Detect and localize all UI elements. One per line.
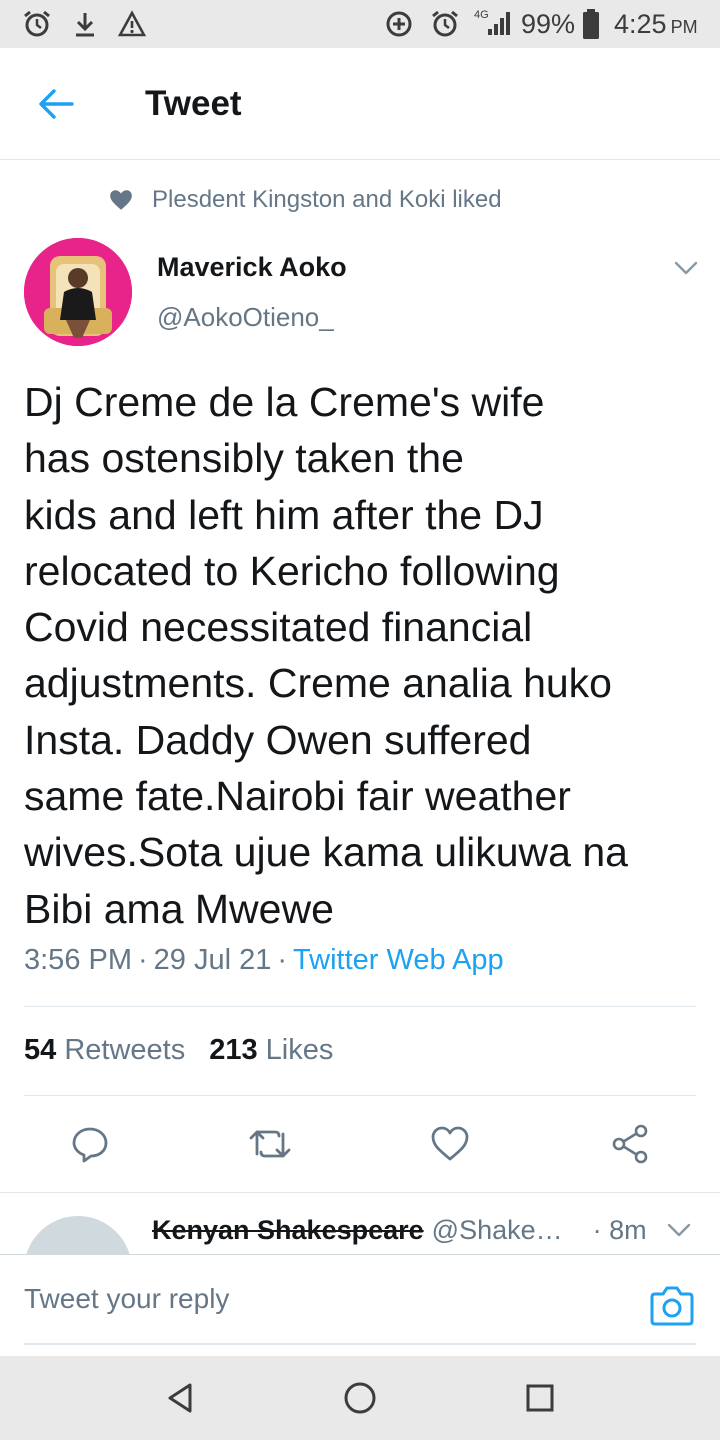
- system-nav-bar: [0, 1356, 720, 1440]
- reply-header[interactable]: Kenyan Shakespeare @Shake… · 8m: [152, 1212, 647, 1248]
- back-triangle-icon: [168, 1383, 192, 1413]
- like-button[interactable]: [426, 1120, 474, 1168]
- nav-recents-button[interactable]: [520, 1378, 560, 1418]
- clock-ampm: PM: [670, 16, 698, 37]
- retweets-label: Retweets: [64, 1034, 186, 1066]
- tweet-stats: 54 Retweets 213 Likes: [24, 1034, 333, 1067]
- home-circle-icon: [344, 1382, 376, 1414]
- social-context[interactable]: Plesdent Kingston and Koki liked: [108, 184, 502, 216]
- tweet-time: 3:56 PM: [24, 944, 132, 976]
- recents-square-icon: [526, 1384, 554, 1412]
- heart-icon: [110, 190, 132, 210]
- retweets-count: 54: [24, 1034, 57, 1066]
- retweet-icon: [249, 1130, 291, 1158]
- chevron-down-icon[interactable]: [670, 256, 702, 280]
- tweet-date: 29 Jul 21: [153, 944, 272, 976]
- share-icon: [612, 1124, 648, 1164]
- meta-separator: ·: [138, 944, 148, 976]
- clock: 4:25: [614, 8, 667, 39]
- battery-icon: [582, 0, 600, 48]
- nav-back-button[interactable]: [160, 1378, 200, 1418]
- meta-separator: ·: [277, 944, 288, 976]
- download-icon: [72, 0, 98, 48]
- reply-icon: [72, 1127, 108, 1163]
- divider: [24, 1006, 696, 1007]
- camera-icon[interactable]: [648, 1285, 696, 1327]
- network-type: 4G: [474, 9, 489, 21]
- like-icon: [431, 1126, 469, 1161]
- avatar[interactable]: [24, 238, 132, 346]
- likes-label: Likes: [265, 1034, 334, 1066]
- reply-input[interactable]: Tweet your reply: [24, 1283, 624, 1327]
- retweet-button[interactable]: [246, 1120, 294, 1168]
- alarm-icon: [430, 0, 460, 48]
- signal-icon: 4G: [472, 0, 510, 48]
- author-name[interactable]: Maverick Aoko: [157, 252, 347, 283]
- chevron-down-icon[interactable]: [665, 1220, 693, 1240]
- arrow-left-icon: [39, 89, 74, 119]
- likes-stat[interactable]: 213 Likes: [209, 1034, 333, 1067]
- reply-composer: Tweet your reply: [0, 1254, 720, 1356]
- social-context-text: Plesdent Kingston and Koki liked: [152, 186, 502, 213]
- avatar-image: [24, 238, 132, 346]
- status-bar: 4G 99% 4:25 PM: [0, 0, 720, 48]
- reply-author-name: Kenyan Shakespeare: [152, 1214, 424, 1245]
- nav-home-button[interactable]: [340, 1378, 380, 1418]
- reply-time: · 8m: [592, 1214, 647, 1245]
- likes-count: 213: [209, 1034, 258, 1066]
- tweet-source-link[interactable]: Twitter Web App: [293, 944, 504, 977]
- input-underline: [24, 1343, 696, 1345]
- divider: [24, 1095, 696, 1096]
- divider: [0, 1192, 720, 1193]
- page-title: Tweet: [145, 84, 242, 123]
- reply-author-handle: @Shake…: [431, 1214, 563, 1245]
- author-handle[interactable]: @AokoOtieno_: [157, 302, 334, 333]
- app-header: Tweet: [0, 48, 720, 160]
- data-saver-icon: [384, 0, 414, 48]
- retweets-stat[interactable]: 54 Retweets: [24, 1034, 185, 1067]
- warning-icon: [118, 0, 146, 48]
- reply-button[interactable]: [66, 1120, 114, 1168]
- share-button[interactable]: [606, 1120, 654, 1168]
- alarm-icon: [22, 0, 52, 48]
- back-button[interactable]: [28, 78, 84, 130]
- tweet-meta: 3:56 PM · 29 Jul 21 · Twitter Web App: [24, 944, 504, 977]
- tweet-text: Dj Creme de la Creme's wife has ostensib…: [24, 379, 628, 932]
- battery-percent: 99%: [521, 8, 576, 39]
